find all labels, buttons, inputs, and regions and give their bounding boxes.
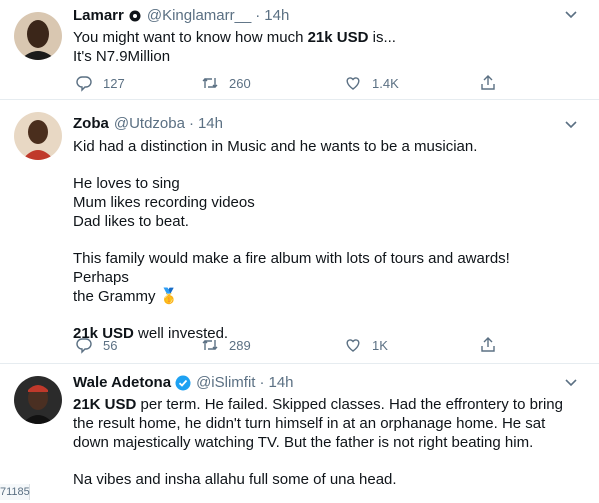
tweet-zoba[interactable]: Zoba @Utdzoba · 14h Kid had a distinctio… — [0, 100, 599, 364]
avatar[interactable] — [14, 12, 62, 60]
chevron-down-icon[interactable] — [563, 6, 579, 22]
author-handle[interactable]: @Utdzoba — [114, 114, 185, 134]
tweet-header: Zoba @Utdzoba · 14h — [73, 114, 569, 134]
tweet-text: You might want to know how much 21k USD … — [73, 29, 396, 65]
gear-badge-icon — [128, 9, 142, 23]
tweet-lamarr[interactable]: Lamarr @Kinglamarr__ · 14h You might wan… — [0, 0, 599, 100]
author-name[interactable]: Lamarr — [73, 6, 124, 26]
chevron-down-icon[interactable] — [563, 374, 579, 390]
tweet-text: Kid had a distinction in Music and he wa… — [73, 138, 510, 342]
share-button[interactable] — [479, 334, 507, 356]
like-button[interactable]: 1.4K — [344, 72, 399, 94]
retweet-count: 260 — [229, 75, 251, 91]
reply-icon — [76, 338, 92, 354]
reply-button[interactable]: 127 — [75, 72, 125, 94]
timestamp[interactable]: 14h — [264, 6, 289, 26]
author-handle[interactable]: @Kinglamarr__ — [147, 6, 251, 26]
author-handle[interactable]: @iSlimfit — [196, 373, 255, 393]
medal-emoji: 🥇 — [159, 288, 179, 305]
share-button[interactable] — [479, 72, 507, 94]
heart-icon — [346, 77, 360, 90]
edge-number-label: 71185 — [0, 484, 30, 500]
like-button[interactable]: 1K — [344, 334, 388, 356]
tweet-wale-adetona[interactable]: Wale Adetona @iSlimfit · 14h 21K USD per… — [0, 364, 599, 503]
heart-icon — [346, 339, 360, 352]
timestamp[interactable]: 14h — [268, 373, 293, 393]
like-count: 1.4K — [372, 75, 399, 91]
retweet-icon — [202, 78, 218, 88]
share-icon — [481, 75, 495, 90]
author-name[interactable]: Zoba — [73, 114, 109, 134]
tweet-header: Lamarr @Kinglamarr__ · 14h — [73, 6, 569, 26]
retweet-icon — [202, 340, 218, 350]
reply-count: 56 — [103, 337, 118, 353]
avatar[interactable] — [14, 112, 62, 160]
retweet-button[interactable]: 289 — [201, 334, 251, 356]
avatar[interactable] — [14, 376, 62, 424]
retweet-button[interactable]: 260 — [201, 72, 251, 94]
blue-check-icon — [175, 375, 191, 391]
reply-count: 127 — [103, 75, 125, 91]
author-name[interactable]: Wale Adetona — [73, 373, 171, 393]
like-count: 1K — [372, 337, 388, 353]
reply-icon — [76, 76, 92, 92]
tweet-header: Wale Adetona @iSlimfit · 14h — [73, 373, 569, 393]
separator: · — [188, 115, 194, 132]
chevron-down-icon[interactable] — [563, 116, 579, 132]
retweet-count: 289 — [229, 337, 251, 353]
share-icon — [481, 337, 495, 352]
tweet-text: 21K USD per term. He failed. Skipped cla… — [73, 396, 563, 488]
reply-button[interactable]: 56 — [75, 334, 117, 356]
separator: · — [259, 374, 265, 391]
separator: · — [255, 7, 261, 24]
timestamp[interactable]: 14h — [198, 114, 223, 134]
